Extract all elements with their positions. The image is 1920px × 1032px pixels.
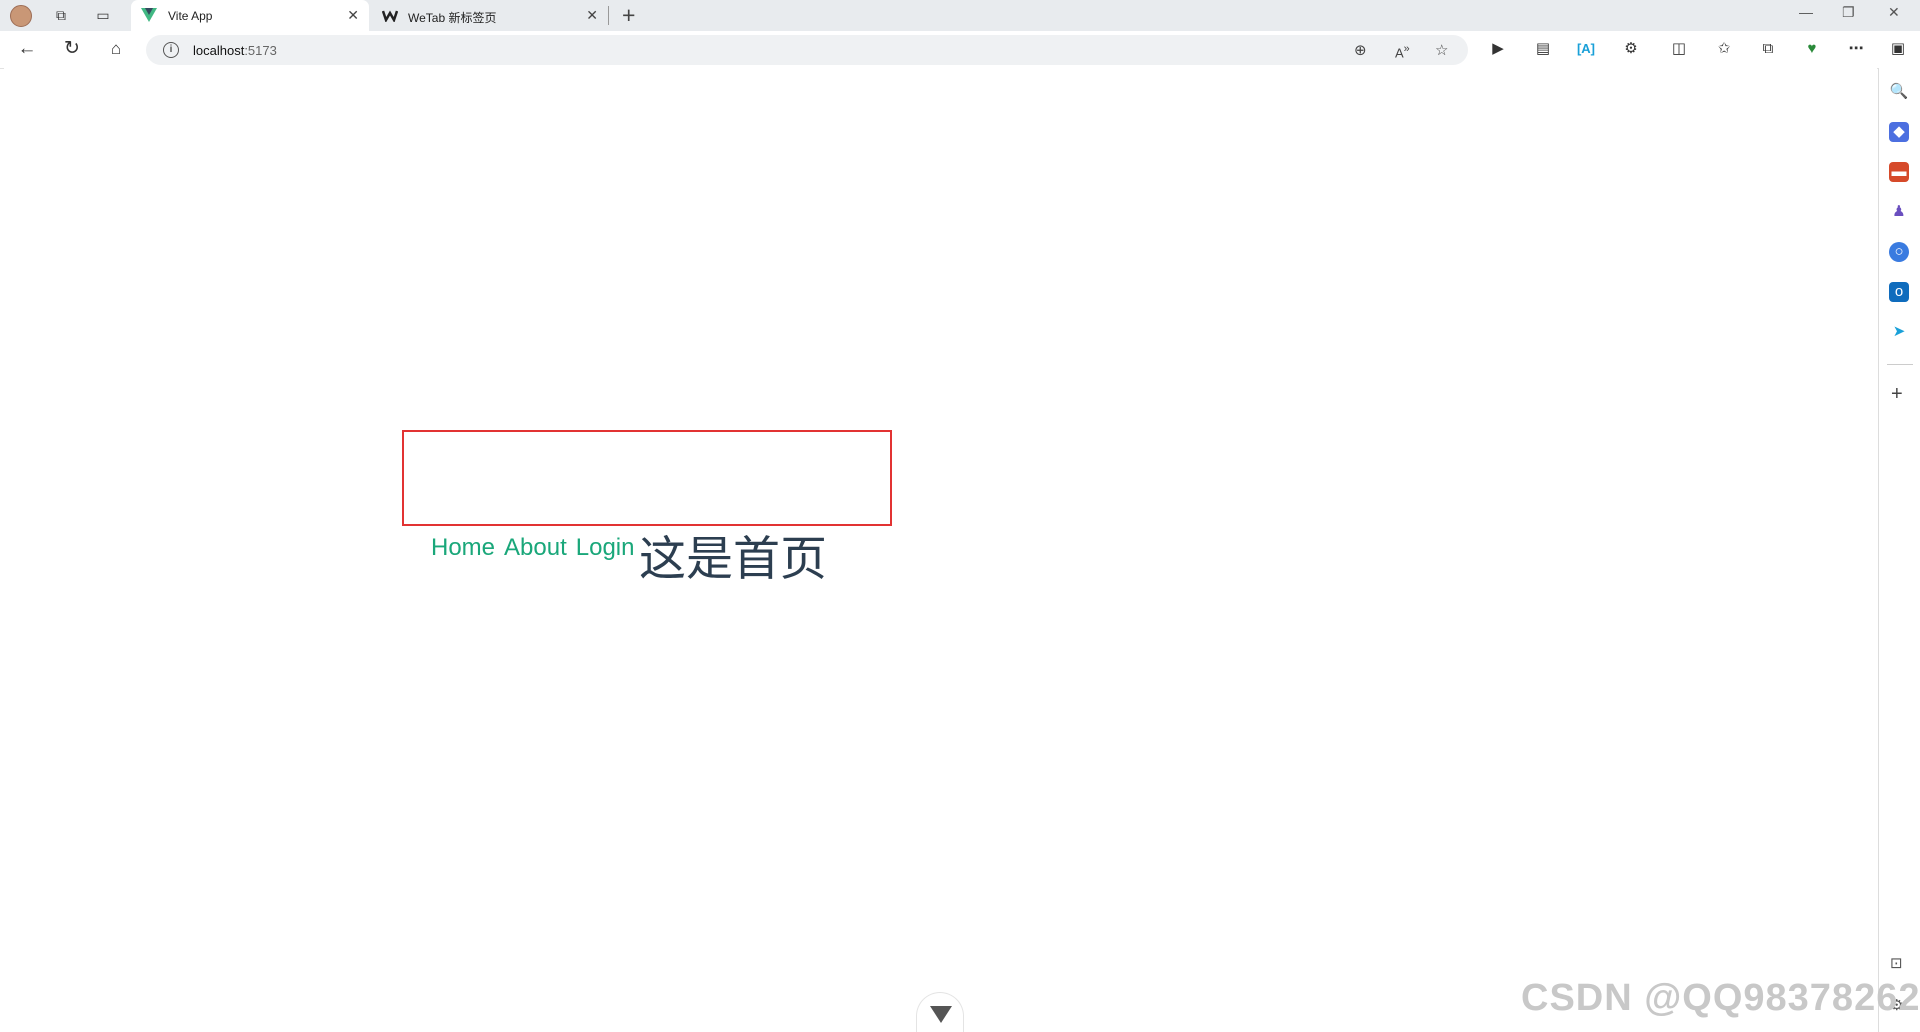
close-tab-icon[interactable]: ✕ — [347, 7, 359, 24]
nav-link-home[interactable]: Home — [431, 534, 495, 561]
search-icon[interactable]: 🔍 — [1889, 82, 1909, 102]
extensions-puzzle-icon[interactable]: ⚙ — [1621, 39, 1641, 59]
close-window-icon[interactable]: ✕ — [1888, 4, 1900, 21]
outlook-icon[interactable]: o — [1889, 282, 1909, 302]
url-port: :5173 — [244, 43, 277, 58]
url-text[interactable]: localhost:5173 — [193, 43, 277, 58]
vue-devtools-icon — [930, 1006, 952, 1023]
play-icon[interactable]: ▶ — [1488, 39, 1508, 59]
profile-avatar[interactable] — [10, 5, 32, 27]
tab-strip: ⧉ ▭ Vite App ✕ WeTab 新标签页 ✕ + — ❐ ✕ — [0, 0, 1920, 31]
minimize-icon[interactable]: — — [1799, 4, 1813, 20]
microsoft365-icon[interactable]: ○ — [1889, 242, 1909, 262]
restore-icon[interactable]: ❐ — [1842, 4, 1855, 21]
drop-icon[interactable]: ➤ — [1889, 322, 1909, 342]
site-info-icon[interactable]: i — [163, 42, 179, 58]
more-menu-icon[interactable]: ⋯ — [1846, 39, 1866, 59]
tab-vite-app[interactable]: Vite App ✕ — [131, 0, 369, 31]
tab-wetab[interactable]: WeTab 新标签页 ✕ — [372, 0, 608, 31]
vue-devtools-toggle[interactable] — [916, 992, 964, 1032]
collections-icon[interactable]: ⧉ — [1758, 39, 1778, 59]
address-bar[interactable]: i localhost:5173 ⊕ A» ☆ — [146, 35, 1468, 65]
edge-sidebar: 🔍 ◆ ▬ ♟ ○ o ➤ + ⊡ ⚙ — [1878, 68, 1920, 1032]
wetab-icon — [382, 10, 398, 22]
split-screen-icon[interactable]: ◫ — [1669, 39, 1689, 59]
nav-link-login[interactable]: Login — [576, 534, 635, 561]
games-icon[interactable]: ♟ — [1889, 202, 1909, 222]
reload-icon[interactable]: ↻ — [62, 39, 82, 59]
close-tab-icon[interactable]: ✕ — [586, 7, 598, 24]
csdn-watermark: CSDN @QQ983782623 — [1521, 977, 1920, 1019]
favorite-star-icon[interactable]: ☆ — [1435, 41, 1448, 59]
tab-divider — [608, 6, 609, 25]
router-nav: Home About Login — [431, 534, 634, 562]
new-tab-button[interactable]: + — [622, 2, 635, 29]
favorites-icon[interactable]: ✩ — [1714, 39, 1734, 59]
hide-sidebar-icon[interactable]: ⊡ — [1890, 954, 1903, 972]
shopping-icon[interactable]: ◆ — [1889, 122, 1909, 142]
browser-essentials-icon[interactable]: ♥ — [1802, 39, 1822, 59]
home-icon[interactable]: ⌂ — [106, 39, 126, 59]
annotation-highlight-box — [402, 430, 892, 526]
sidebar-toggle-icon[interactable]: ▣ — [1888, 39, 1908, 59]
tab-actions-icon[interactable]: ▭ — [95, 7, 111, 23]
tab-title: Vite App — [168, 9, 213, 23]
zoom-icon[interactable]: ⊕ — [1354, 41, 1367, 59]
add-sidebar-item-icon[interactable]: + — [1891, 383, 1903, 406]
url-host: localhost — [193, 43, 245, 58]
page-viewport — [4, 68, 1877, 1030]
vue-logo-icon — [141, 8, 157, 22]
workspaces-icon[interactable]: ⧉ — [53, 7, 69, 23]
nav-link-about[interactable]: About — [504, 534, 567, 561]
read-aloud-icon[interactable]: A» — [1395, 43, 1410, 60]
translate-icon[interactable]: [A] — [1576, 39, 1596, 59]
sidebar-divider — [1887, 364, 1913, 365]
toolbar: ← ↻ ⌂ i localhost:5173 ⊕ A» ☆ ▶ ▤ [A] ⚙ … — [0, 31, 1920, 69]
back-icon[interactable]: ← — [17, 39, 37, 59]
extension-icon[interactable]: ▤ — [1533, 39, 1553, 59]
tab-title: WeTab 新标签页 — [408, 11, 497, 25]
page-heading: 这是首页 — [639, 532, 827, 587]
tools-icon[interactable]: ▬ — [1889, 162, 1909, 182]
